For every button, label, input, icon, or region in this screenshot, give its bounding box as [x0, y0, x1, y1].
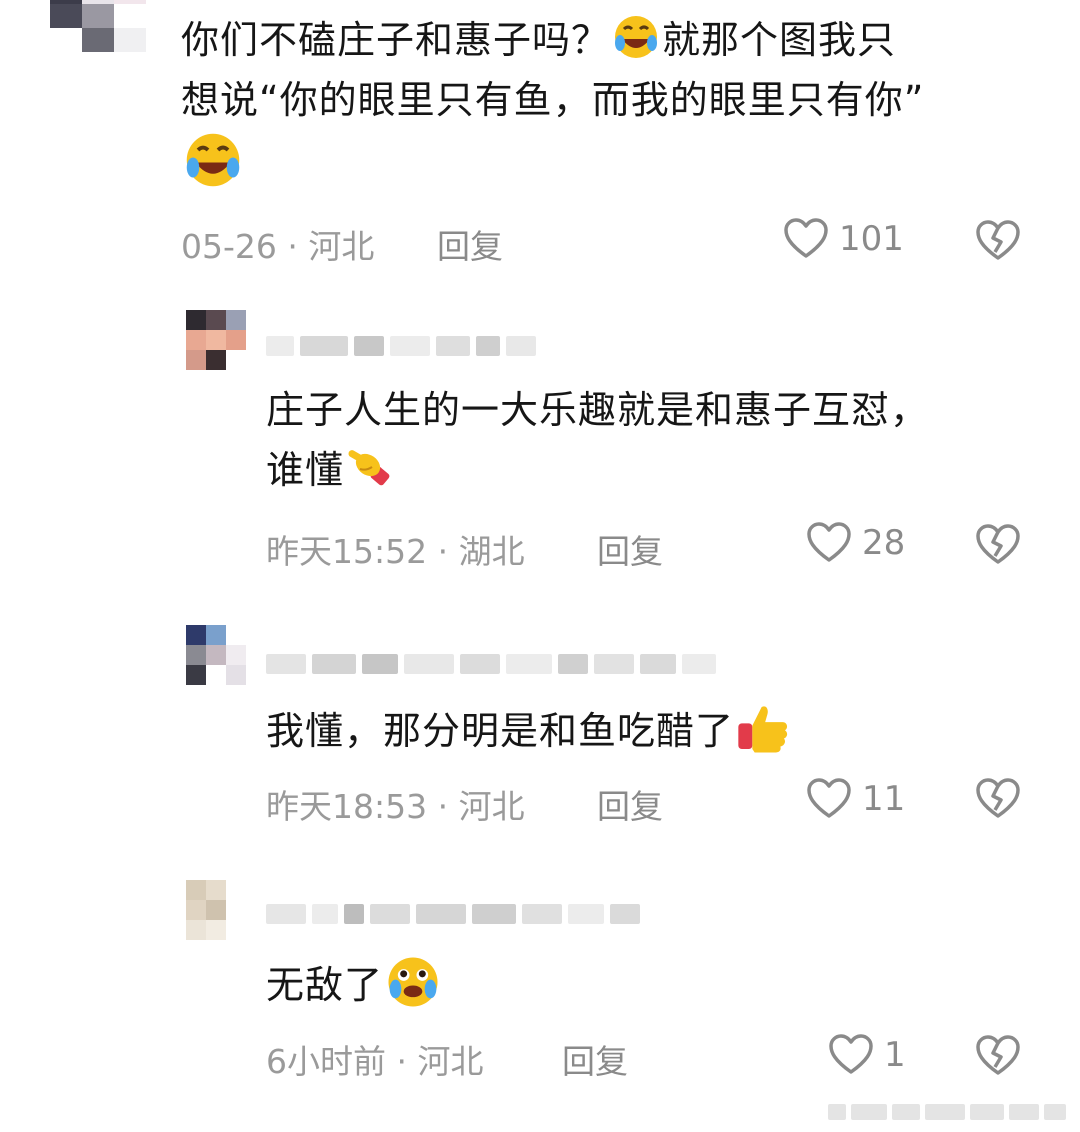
- laugh-cry-emoji: [612, 13, 660, 61]
- broken-heart-icon: [976, 778, 1020, 818]
- comment-item: 我懂，那分明是和鱼吃醋了 昨天18:53 · 河北 回复 11: [0, 600, 1080, 860]
- tearful-smile-emoji: [385, 954, 441, 1010]
- comment-item: 无敌了 6小时前 · 河北 回复 1: [0, 860, 1080, 1132]
- dislike-button[interactable]: [975, 522, 1021, 572]
- pointing-hand-emoji: [346, 443, 394, 491]
- like-button[interactable]: 1: [828, 1032, 906, 1078]
- broken-heart-icon: [976, 1035, 1020, 1075]
- dislike-button[interactable]: [975, 218, 1021, 268]
- avatar[interactable]: [186, 625, 246, 685]
- heart-icon: [807, 522, 851, 562]
- reply-button[interactable]: 回复: [597, 780, 663, 828]
- like-count: 101: [839, 219, 904, 259]
- watermark: [828, 1104, 1066, 1120]
- dislike-button[interactable]: [975, 776, 1021, 826]
- username[interactable]: [266, 332, 536, 360]
- broken-heart-icon: [976, 220, 1020, 260]
- like-count: 28: [862, 523, 906, 563]
- comment-item: 庄子人生的一大乐趣就是和惠子互怼， 谁懂 昨天15:52 · 湖北 回复 28: [0, 300, 1080, 600]
- comment-meta: 6小时前 · 河北: [266, 1042, 484, 1081]
- username[interactable]: [266, 650, 716, 678]
- like-count: 1: [884, 1035, 906, 1075]
- comment-text: 无敌了: [266, 954, 1056, 1015]
- comment-text: 你们不磕庄子和惠子吗？ 就那个图我只 想说“你的眼里只有鱼，而我的眼里只有你”: [181, 10, 1061, 195]
- avatar[interactable]: [186, 880, 246, 940]
- reply-button[interactable]: 回复: [597, 525, 663, 573]
- like-button[interactable]: 101: [783, 216, 904, 262]
- heart-icon: [829, 1034, 873, 1074]
- reply-button[interactable]: 回复: [562, 1035, 628, 1083]
- comment-text: 我懂，那分明是和鱼吃醋了: [266, 700, 1056, 761]
- heart-icon: [807, 778, 851, 818]
- laugh-cry-emoji: [183, 130, 243, 190]
- comment-item: 你们不磕庄子和惠子吗？ 就那个图我只 想说“你的眼里只有鱼，而我的眼里只有你” …: [0, 0, 1080, 300]
- broken-heart-icon: [976, 524, 1020, 564]
- username[interactable]: [266, 900, 640, 928]
- heart-icon: [784, 218, 828, 258]
- avatar[interactable]: [186, 310, 246, 370]
- dislike-button[interactable]: [975, 1033, 1021, 1083]
- comment-meta: 昨天18:53 · 河北: [266, 787, 525, 826]
- like-button[interactable]: 28: [806, 520, 905, 566]
- reply-button[interactable]: 回复: [437, 220, 503, 268]
- like-count: 11: [862, 779, 906, 819]
- avatar[interactable]: [50, 0, 146, 52]
- comment-meta: 昨天15:52 · 湖北: [266, 532, 525, 571]
- comment-text: 庄子人生的一大乐趣就是和惠子互怼， 谁懂: [266, 388, 930, 492]
- like-button[interactable]: 11: [806, 776, 905, 822]
- comment-meta: 05-26 · 河北: [181, 227, 375, 266]
- thumbs-up-emoji: [736, 700, 792, 756]
